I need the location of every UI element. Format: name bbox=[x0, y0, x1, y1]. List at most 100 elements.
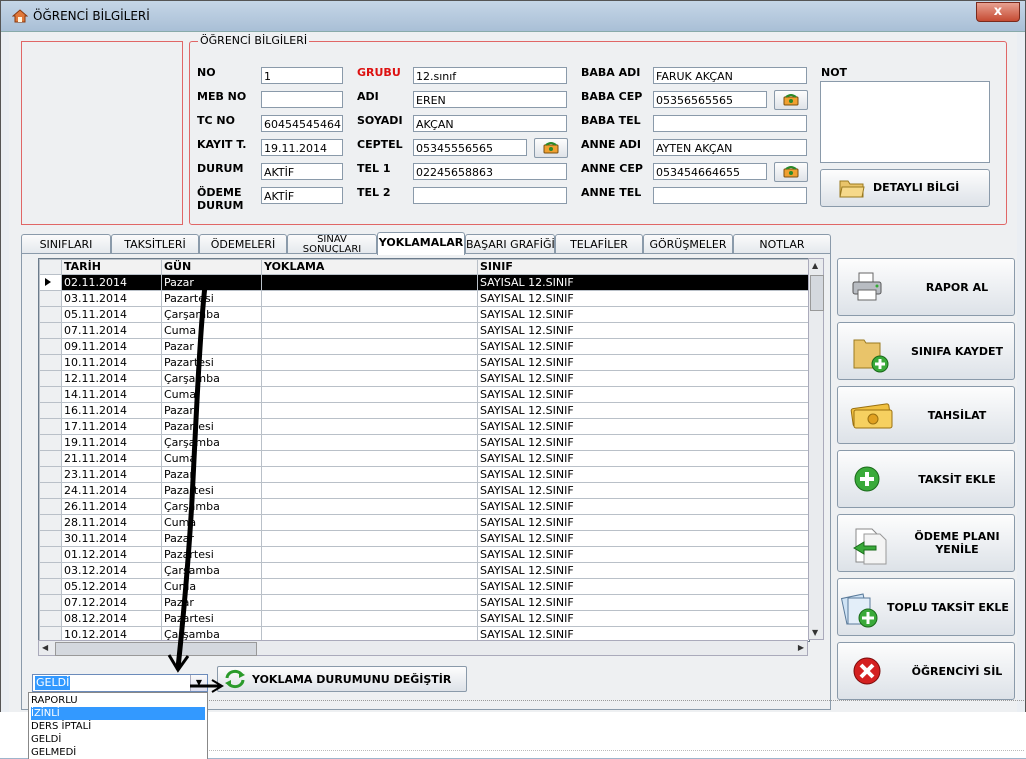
cell-gun[interactable]: Pazar bbox=[161, 274, 262, 291]
ceptel-phone-button[interactable] bbox=[534, 138, 568, 158]
cell-tarih[interactable]: 07.12.2014 bbox=[61, 594, 162, 611]
row-header[interactable] bbox=[39, 418, 62, 435]
attendance-grid[interactable]: TARİH GÜN YOKLAMA SINIF 02.11.2014 Pazar S… bbox=[38, 258, 810, 642]
cell-sinif[interactable]: SAYISAL 12.SINIF bbox=[477, 402, 809, 419]
row-header[interactable] bbox=[39, 578, 62, 595]
column-header-yoklama[interactable]: YOKLAMA bbox=[261, 259, 478, 275]
cell-sinif[interactable]: SAYISAL 12.SINIF bbox=[477, 386, 809, 403]
cell-sinif[interactable]: SAYISAL 12.SINIF bbox=[477, 450, 809, 467]
row-header[interactable] bbox=[39, 562, 62, 579]
cell-sinif[interactable]: SAYISAL 12.SINIF bbox=[477, 434, 809, 451]
table-row[interactable]: 09.11.2014 Pazar SAYISAL 12.SINIF bbox=[39, 338, 809, 355]
dropdown-option-gelmedi[interactable]: GELMEDİ bbox=[31, 746, 205, 759]
cell-tarih[interactable]: 05.12.2014 bbox=[61, 578, 162, 595]
table-row[interactable]: 07.12.2014 Pazar SAYISAL 12.SINIF bbox=[39, 594, 809, 611]
odeme-plani-yenile-button[interactable]: ÖDEME PLANI YENİLE bbox=[837, 514, 1015, 572]
cell-sinif[interactable]: SAYISAL 12.SINIF bbox=[477, 290, 809, 307]
cell-yoklama[interactable] bbox=[261, 498, 478, 515]
dropdown-option-raporlu[interactable]: RAPORLU bbox=[31, 694, 205, 707]
scroll-up-icon[interactable]: ▲ bbox=[812, 261, 818, 270]
row-header[interactable] bbox=[39, 498, 62, 515]
cell-gun[interactable]: Cuma bbox=[161, 386, 262, 403]
cell-sinif[interactable]: SAYISAL 12.SINIF bbox=[477, 418, 809, 435]
row-header[interactable] bbox=[39, 610, 62, 627]
cell-yoklama[interactable] bbox=[261, 274, 478, 291]
cell-yoklama[interactable] bbox=[261, 322, 478, 339]
baba-adi-field[interactable]: FARUK AKÇAN bbox=[653, 67, 807, 84]
cell-tarih[interactable]: 17.11.2014 bbox=[61, 418, 162, 435]
cell-tarih[interactable]: 09.11.2014 bbox=[61, 338, 162, 355]
row-header[interactable] bbox=[39, 274, 62, 291]
cell-sinif[interactable]: SAYISAL 12.SINIF bbox=[477, 498, 809, 515]
cell-sinif[interactable]: SAYISAL 12.SINIF bbox=[477, 594, 809, 611]
table-row[interactable]: 28.11.2014 Cuma SAYISAL 12.SINIF bbox=[39, 514, 809, 531]
cell-yoklama[interactable] bbox=[261, 434, 478, 451]
cell-tarih[interactable]: 19.11.2014 bbox=[61, 434, 162, 451]
cell-gun[interactable]: Pazar bbox=[161, 402, 262, 419]
title-bar[interactable]: ÖĞRENCİ BİLGİLERİ x bbox=[1, 1, 1025, 32]
dropdown-option-izinli[interactable]: İZİNLİ bbox=[31, 707, 205, 720]
baba-cep-field[interactable]: 05356565565 bbox=[653, 91, 767, 108]
table-row[interactable]: 05.12.2014 Cuma SAYISAL 12.SINIF bbox=[39, 578, 809, 595]
cell-sinif[interactable]: SAYISAL 12.SINIF bbox=[477, 306, 809, 323]
cell-yoklama[interactable] bbox=[261, 386, 478, 403]
row-header[interactable] bbox=[39, 322, 62, 339]
row-header[interactable] bbox=[39, 434, 62, 451]
cell-tarih[interactable]: 10.11.2014 bbox=[61, 354, 162, 371]
cell-yoklama[interactable] bbox=[261, 466, 478, 483]
anne-cep-phone-button[interactable] bbox=[774, 162, 808, 182]
dropdown-option-geldi[interactable]: GELDİ bbox=[31, 733, 205, 746]
column-header-sinif[interactable]: SINIF bbox=[477, 259, 809, 275]
table-row[interactable]: 02.11.2014 Pazar SAYISAL 12.SINIF bbox=[39, 274, 809, 291]
table-row[interactable]: 03.11.2014 Pazartesi SAYISAL 12.SINIF bbox=[39, 290, 809, 307]
tc-no-field[interactable]: 60454545464 bbox=[261, 115, 343, 132]
no-field[interactable]: 1 bbox=[261, 67, 343, 84]
tab-yoklamalar[interactable]: YOKLAMALAR bbox=[377, 232, 465, 255]
cell-gun[interactable]: Cuma bbox=[161, 450, 262, 467]
cell-yoklama[interactable] bbox=[261, 530, 478, 547]
chevron-down-icon[interactable]: ▼ bbox=[190, 675, 207, 691]
row-header[interactable] bbox=[39, 546, 62, 563]
cell-gun[interactable]: Pazartesi bbox=[161, 354, 262, 371]
cell-gun[interactable]: Cuma bbox=[161, 514, 262, 531]
cell-gun[interactable]: Çarşamba bbox=[161, 370, 262, 387]
cell-sinif[interactable]: SAYISAL 12.SINIF bbox=[477, 562, 809, 579]
ogrenciyi-sil-button[interactable]: ÖĞRENCİYİ SİL bbox=[837, 642, 1015, 700]
cell-gun[interactable]: Pazartesi bbox=[161, 482, 262, 499]
cell-gun[interactable]: Pazar bbox=[161, 594, 262, 611]
adi-field[interactable]: EREN bbox=[413, 91, 567, 108]
cell-sinif[interactable]: SAYISAL 12.SINIF bbox=[477, 514, 809, 531]
horizontal-scroll-thumb[interactable] bbox=[55, 642, 257, 656]
row-header[interactable] bbox=[39, 514, 62, 531]
cell-tarih[interactable]: 30.11.2014 bbox=[61, 530, 162, 547]
cell-sinif[interactable]: SAYISAL 12.SINIF bbox=[477, 274, 809, 291]
tab-gorusmeler[interactable]: GÖRÜŞMELER bbox=[643, 234, 733, 254]
row-header[interactable] bbox=[39, 482, 62, 499]
table-row[interactable]: 21.11.2014 Cuma SAYISAL 12.SINIF bbox=[39, 450, 809, 467]
cell-sinif[interactable]: SAYISAL 12.SINIF bbox=[477, 578, 809, 595]
cell-sinif[interactable]: SAYISAL 12.SINIF bbox=[477, 322, 809, 339]
anne-cep-field[interactable]: 053454664655 bbox=[653, 163, 767, 180]
table-row[interactable]: 12.11.2014 Çarşamba SAYISAL 12.SINIF bbox=[39, 370, 809, 387]
odeme-durum-field[interactable]: AKTİF bbox=[261, 187, 343, 204]
cell-tarih[interactable]: 26.11.2014 bbox=[61, 498, 162, 515]
row-header[interactable] bbox=[39, 530, 62, 547]
cell-yoklama[interactable] bbox=[261, 354, 478, 371]
tab-notlar[interactable]: NOTLAR bbox=[733, 234, 831, 254]
row-header[interactable] bbox=[39, 450, 62, 467]
grubu-field[interactable]: 12.sınıf bbox=[413, 67, 567, 84]
cell-tarih[interactable]: 28.11.2014 bbox=[61, 514, 162, 531]
cell-gun[interactable]: Pazartesi bbox=[161, 610, 262, 627]
cell-gun[interactable]: Pazartesi bbox=[161, 546, 262, 563]
anne-tel-field[interactable] bbox=[653, 187, 807, 204]
table-row[interactable]: 26.11.2014 Çarşamba SAYISAL 12.SINIF bbox=[39, 498, 809, 515]
column-header-gun[interactable]: GÜN bbox=[161, 259, 262, 275]
table-row[interactable]: 01.12.2014 Pazartesi SAYISAL 12.SINIF bbox=[39, 546, 809, 563]
cell-sinif[interactable]: SAYISAL 12.SINIF bbox=[477, 530, 809, 547]
cell-tarih[interactable]: 07.11.2014 bbox=[61, 322, 162, 339]
cell-gun[interactable]: Cuma bbox=[161, 322, 262, 339]
taksit-ekle-button[interactable]: TAKSİT EKLE bbox=[837, 450, 1015, 508]
change-attendance-button[interactable]: YOKLAMA DURUMUNU DEĞİŞTİR bbox=[217, 666, 467, 692]
table-row[interactable]: 16.11.2014 Pazar SAYISAL 12.SINIF bbox=[39, 402, 809, 419]
row-header[interactable] bbox=[39, 354, 62, 371]
